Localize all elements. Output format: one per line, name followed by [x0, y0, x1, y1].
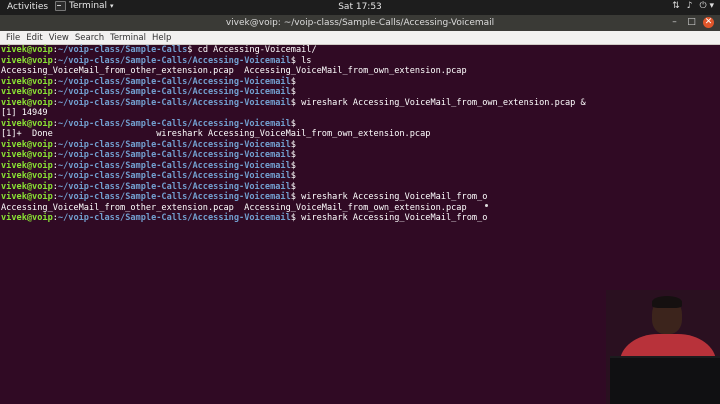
terminal-output-line: Accessing_VoiceMail_from_other_extension…	[1, 203, 720, 214]
prompt-path: ~/voip-class/Sample-Calls/Accessing-Voic…	[57, 87, 291, 97]
output-text: Accessing_VoiceMail_from_other_extension…	[1, 66, 467, 76]
maximize-button[interactable]: □	[686, 17, 697, 28]
prompt-user: vivek@voip	[1, 76, 53, 87]
terminal-prompt-line: vivek@voip:~/voip-class/Sample-Calls/Acc…	[1, 171, 302, 181]
prompt-path: ~/voip-class/Sample-Calls/Accessing-Voic…	[57, 150, 291, 160]
terminal-prompt-line: vivek@voip:~/voip-class/Sample-Calls/Acc…	[1, 181, 302, 192]
prompt-user: vivek@voip	[1, 171, 53, 181]
output-text: Accessing_VoiceMail_from_other_extension…	[1, 202, 467, 213]
power-icon: ⏻ ▾	[699, 1, 715, 11]
webcam-overlay	[606, 290, 720, 404]
prompt-path: ~/voip-class/Sample-Calls/Accessing-Voic…	[57, 139, 291, 150]
foreground-monitor	[610, 356, 720, 404]
prompt-user: vivek@voip	[1, 97, 53, 108]
prompt-path: ~/voip-class/Sample-Calls/Accessing-Voic…	[57, 97, 291, 108]
menu-view[interactable]: View	[46, 31, 72, 44]
terminal-prompt-line: vivek@voip:~/voip-class/Sample-Calls/Acc…	[1, 76, 302, 87]
prompt-user: vivek@voip	[1, 160, 53, 171]
close-button[interactable]: ✕	[703, 17, 714, 28]
prompt-path: ~/voip-class/Sample-Calls	[57, 45, 188, 55]
menu-help[interactable]: Help	[149, 31, 174, 44]
menu-bar: File Edit View Search Terminal Help	[0, 31, 720, 45]
output-text: [1] 14949	[1, 108, 48, 118]
terminal-prompt-line: vivek@voip:~/voip-class/Sample-Calls/Acc…	[1, 213, 488, 223]
window-title: vivek@voip: ~/voip-class/Sample-Calls/Ac…	[225, 18, 495, 28]
app-menu[interactable]: Terminal ▾	[55, 1, 114, 11]
window-controls: – □ ✕	[669, 17, 714, 28]
terminal-output-line: [1] 14949	[1, 108, 720, 119]
prompt-user: vivek@voip	[1, 87, 53, 97]
terminal-output-line: Accessing_VoiceMail_from_other_extension…	[1, 66, 720, 77]
command-text: ls	[301, 55, 312, 66]
prompt-path: ~/voip-class/Sample-Calls/Accessing-Voic…	[57, 118, 291, 129]
prompt-path: ~/voip-class/Sample-Calls/Accessing-Voic…	[57, 192, 291, 202]
terminal-prompt-line: vivek@voip:~/voip-class/Sample-Calls/Acc…	[1, 87, 302, 97]
volume-icon: ♪	[686, 1, 693, 11]
prompt-user: vivek@voip	[1, 181, 53, 192]
terminal-prompt-line: vivek@voip:~/voip-class/Sample-Calls/Acc…	[1, 118, 302, 129]
prompt-user: vivek@voip	[1, 118, 53, 129]
terminal-prompt-line: vivek@voip:~/voip-class/Sample-Calls$ cd…	[1, 45, 317, 55]
mouse-cursor	[485, 204, 488, 207]
app-menu-label: Terminal	[69, 1, 108, 11]
terminal-prompt-line: vivek@voip:~/voip-class/Sample-Calls/Acc…	[1, 150, 302, 160]
prompt-path: ~/voip-class/Sample-Calls/Accessing-Voic…	[57, 181, 291, 192]
minimize-button[interactable]: –	[669, 17, 680, 28]
menu-search[interactable]: Search	[72, 31, 107, 44]
chevron-down-icon: ▾	[110, 2, 114, 10]
prompt-user: vivek@voip	[1, 139, 53, 150]
terminal-prompt-line: vivek@voip:~/voip-class/Sample-Calls/Acc…	[1, 97, 586, 108]
prompt-path: ~/voip-class/Sample-Calls/Accessing-Voic…	[57, 55, 291, 66]
prompt-user: vivek@voip	[1, 45, 53, 55]
terminal-prompt-line: vivek@voip:~/voip-class/Sample-Calls/Acc…	[1, 192, 488, 202]
command-text: wireshark Accessing_VoiceMail_from_o	[301, 192, 488, 202]
prompt-user: vivek@voip	[1, 213, 53, 223]
prompt-user: vivek@voip	[1, 55, 53, 66]
network-icon: ⇅	[672, 1, 680, 11]
terminal-icon	[55, 1, 66, 11]
command-text: wireshark Accessing_VoiceMail_from_o	[301, 213, 488, 223]
output-text: [1]+ Done wireshark Accessing_VoiceMail_…	[1, 129, 431, 139]
terminal-prompt-line: vivek@voip:~/voip-class/Sample-Calls/Acc…	[1, 139, 302, 150]
activities-button[interactable]: Activities	[7, 2, 48, 12]
system-tray[interactable]: ⇅ ♪ ⏻ ▾	[672, 1, 714, 11]
terminal-output-line: [1]+ Done wireshark Accessing_VoiceMail_…	[1, 129, 720, 140]
terminal-prompt-line: vivek@voip:~/voip-class/Sample-Calls/Acc…	[1, 160, 302, 171]
menu-edit[interactable]: Edit	[23, 31, 45, 44]
prompt-path: ~/voip-class/Sample-Calls/Accessing-Voic…	[57, 160, 291, 171]
command-text: cd Accessing-Voicemail/	[197, 45, 317, 55]
top-bar: Activities Terminal ▾ Sat 17:53 ⇅ ♪ ⏻ ▾	[0, 0, 720, 15]
prompt-user: vivek@voip	[1, 150, 53, 160]
prompt-path: ~/voip-class/Sample-Calls/Accessing-Voic…	[57, 171, 291, 181]
command-text: wireshark Accessing_VoiceMail_from_own_e…	[301, 97, 586, 108]
window-titlebar[interactable]: vivek@voip: ~/voip-class/Sample-Calls/Ac…	[0, 15, 720, 31]
terminal-prompt-line: vivek@voip:~/voip-class/Sample-Calls/Acc…	[1, 55, 312, 66]
prompt-path: ~/voip-class/Sample-Calls/Accessing-Voic…	[57, 76, 291, 87]
prompt-path: ~/voip-class/Sample-Calls/Accessing-Voic…	[57, 213, 291, 223]
menu-terminal[interactable]: Terminal	[107, 31, 149, 44]
menu-file[interactable]: File	[3, 31, 23, 44]
prompt-user: vivek@voip	[1, 192, 53, 202]
